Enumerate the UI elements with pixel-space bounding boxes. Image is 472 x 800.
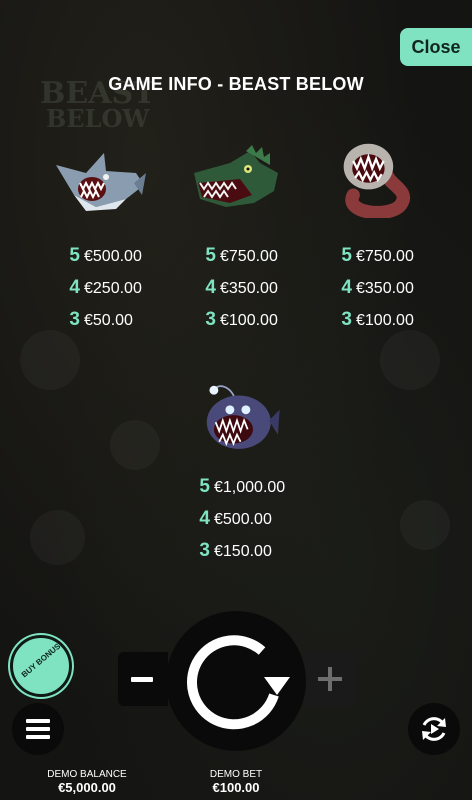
pay-row: 5 €750.00 (205, 245, 278, 266)
crocodile-icon (190, 143, 280, 223)
buy-bonus-label: BUY BONUS (19, 641, 63, 680)
autoplay-button[interactable] (408, 703, 460, 755)
game-logo-watermark: BEAST BELOW (40, 76, 156, 133)
pay-row: 5 €1,000.00 (199, 476, 286, 497)
increase-bet-button[interactable] (304, 652, 356, 706)
spin-button[interactable] (166, 611, 306, 751)
sea-worm-paytable: 5 €750.00 4 €350.00 3 €100.00 (338, 240, 468, 336)
pay-row: 4 €500.00 (199, 508, 272, 529)
decrease-bet-button[interactable] (118, 652, 168, 706)
pay-row: 5 €500.00 (69, 245, 142, 266)
pay-row: 5 €750.00 (341, 245, 414, 266)
shark-icon (56, 143, 146, 223)
background-reel-symbol (110, 420, 160, 470)
anglerfish-icon (192, 376, 288, 466)
shark-paytable: 5 €500.00 4 €250.00 3 €50.00 (66, 240, 196, 336)
pay-row: 4 €250.00 (69, 277, 142, 298)
pay-row: 3 €150.00 (199, 540, 272, 561)
background-reel-symbol (380, 330, 440, 390)
pay-row: 4 €350.00 (341, 277, 414, 298)
buy-bonus-button[interactable]: BUY BONUS (10, 635, 72, 697)
balance-label: DEMO BALANCE (47, 769, 127, 780)
anglerfish-paytable: 5 €1,000.00 4 €500.00 3 €150.00 (196, 471, 326, 567)
bet-label: DEMO BET (209, 769, 263, 780)
pay-row: 3 €50.00 (69, 309, 133, 330)
sea-worm-icon (332, 138, 422, 218)
autoplay-icon (422, 717, 446, 741)
pay-row: 4 €350.00 (205, 277, 278, 298)
pay-row: 3 €100.00 (341, 309, 414, 330)
background-reel-symbol (20, 330, 80, 390)
background-reel-symbol (30, 510, 85, 565)
hamburger-icon (26, 719, 50, 723)
balance-value: €5,000.00 (58, 780, 116, 795)
close-button[interactable]: Close (400, 28, 472, 66)
menu-button[interactable] (12, 703, 64, 755)
page-title: GAME INFO - BEAST BELOW (108, 74, 364, 94)
background-reel-symbol (400, 500, 450, 550)
crocodile-paytable: 5 €750.00 4 €350.00 3 €100.00 (202, 240, 332, 336)
spin-arrow-icon (186, 635, 290, 730)
bet-value: €100.00 (212, 780, 260, 795)
pay-row: 3 €100.00 (205, 309, 278, 330)
